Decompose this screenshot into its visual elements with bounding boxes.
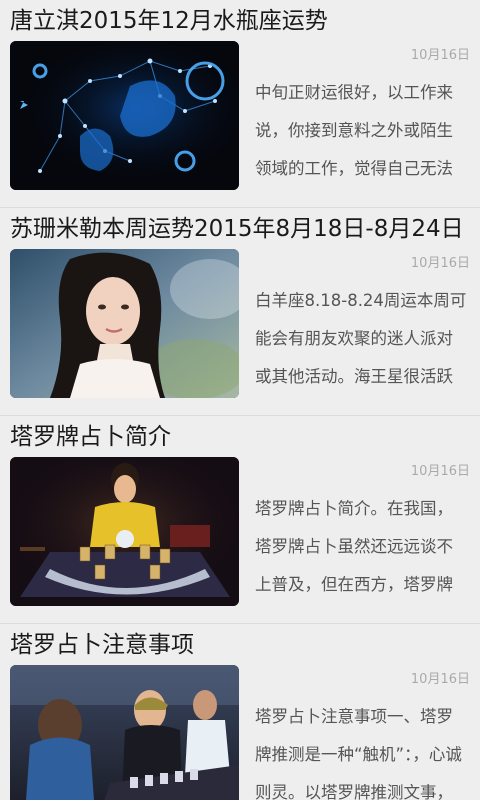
article-card[interactable]: 塔罗牌占卜简介 10月16日 塔罗牌占卜简介。在我国，塔罗牌占卜虽然还远远谈不上… bbox=[0, 416, 480, 624]
article-title[interactable]: 唐立淇2015年12月水瓶座运势 bbox=[10, 4, 476, 38]
article-card[interactable]: 苏珊米勒本周运势2015年8月18日-8月24日 10月16日 白羊座8.18-… bbox=[0, 208, 480, 416]
article-date: 10月16日 bbox=[410, 464, 470, 479]
article-title[interactable]: 塔罗占卜注意事项 bbox=[10, 628, 476, 662]
woman-portrait-image bbox=[10, 249, 239, 398]
tarot-party-image bbox=[10, 665, 239, 800]
article-summary: 塔罗占卜注意事项一、塔罗牌推测是一种“触机”：，心诚则灵。以塔罗牌推测文事， bbox=[255, 707, 462, 800]
article-thumbnail-woman-portrait[interactable] bbox=[10, 249, 239, 398]
article-title[interactable]: 苏珊米勒本周运势2015年8月18日-8月24日 bbox=[10, 212, 476, 246]
article-date: 10月16日 bbox=[410, 256, 470, 271]
article-summary: 白羊座8.18-8.24周运本周可能会有朋友欢聚的迷人派对或其他活动。海王星很活… bbox=[255, 291, 467, 386]
article-feed: 唐立淇2015年12月水瓶座运势 10月16日 中旬正财运很好，以工作来说，你接… bbox=[0, 0, 480, 800]
article-thumbnail-tarot-reader[interactable] bbox=[10, 457, 239, 606]
article-card[interactable]: 塔罗占卜注意事项 10月16日 塔罗占卜注意事项一、塔罗牌推测是一种“触机”：，… bbox=[0, 624, 480, 800]
article-date: 10月16日 bbox=[410, 672, 470, 687]
article-summary: 塔罗牌占卜简介。在我国，塔罗牌占卜虽然还远远谈不上普及，但在西方，塔罗牌 bbox=[255, 499, 453, 594]
tarot-reader-image bbox=[10, 457, 239, 606]
article-date: 10月16日 bbox=[410, 48, 470, 63]
article-thumbnail-aquarius-constellation[interactable] bbox=[10, 41, 239, 190]
article-title[interactable]: 塔罗牌占卜简介 bbox=[10, 420, 476, 454]
article-summary: 中旬正财运很好，以工作来说，你接到意料之外或陌生领域的工作，觉得自己无法 bbox=[255, 83, 453, 178]
aquarius-constellation-image bbox=[10, 41, 239, 190]
article-thumbnail-tarot-party[interactable] bbox=[10, 665, 239, 800]
article-card[interactable]: 唐立淇2015年12月水瓶座运势 10月16日 中旬正财运很好，以工作来说，你接… bbox=[0, 0, 480, 208]
